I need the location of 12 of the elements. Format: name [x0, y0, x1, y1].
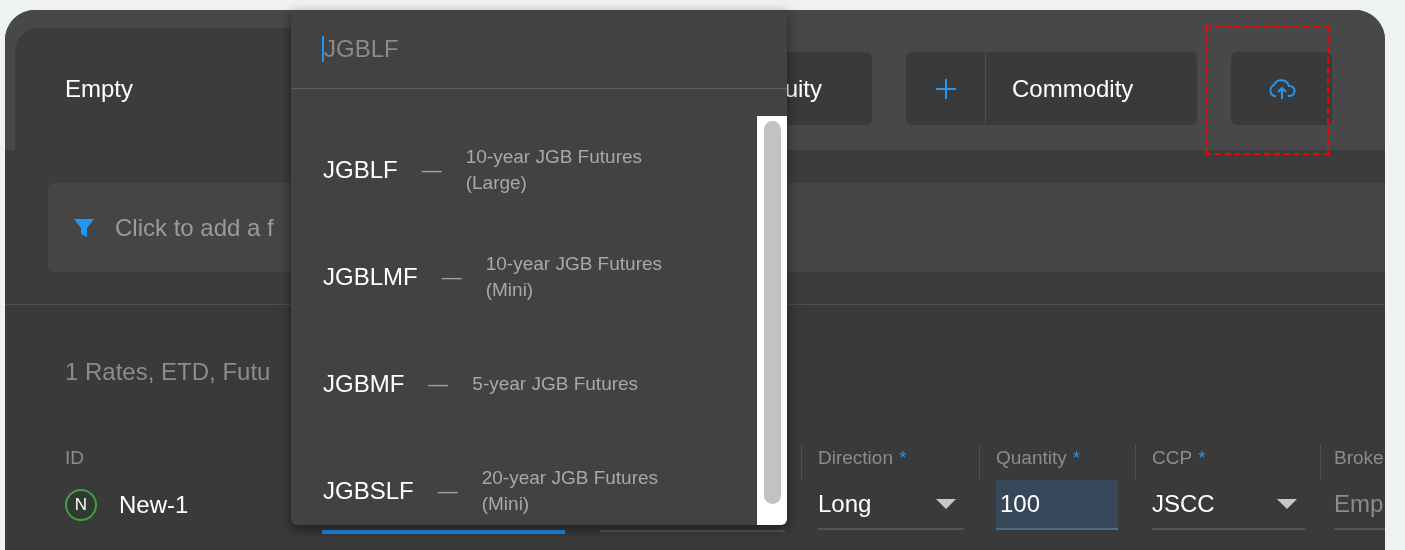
- required-mark: *: [899, 446, 907, 470]
- status-badge: N: [65, 489, 97, 521]
- field-label: Quantity: [996, 446, 1067, 470]
- id-value: New-1: [119, 490, 189, 520]
- required-mark: *: [1072, 446, 1081, 470]
- field-label: CCP: [1152, 446, 1193, 470]
- field-label: Direction: [818, 446, 893, 470]
- category-label: Commodity: [1011, 73, 1134, 104]
- required-mark: *: [1198, 446, 1206, 470]
- section-title: 1 Rates, ETD, Futu: [65, 357, 271, 387]
- field-label: Broke: [1334, 446, 1384, 470]
- field-label: ID: [65, 446, 84, 470]
